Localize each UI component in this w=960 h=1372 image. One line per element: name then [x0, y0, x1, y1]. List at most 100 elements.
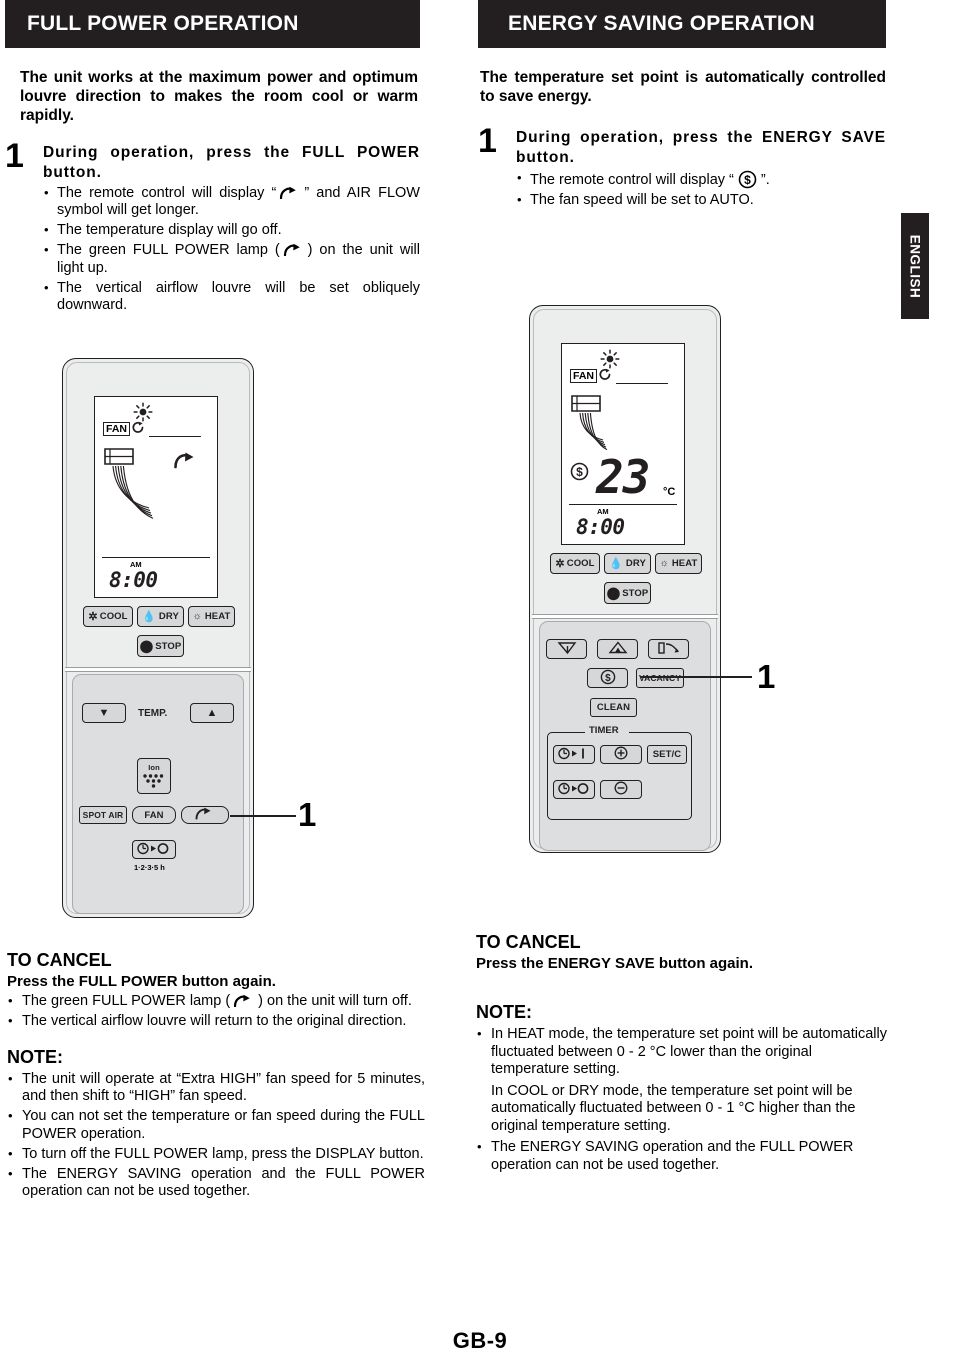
sensor-airflow-button[interactable] — [648, 639, 689, 659]
cool-button[interactable]: ✲ COOL — [550, 553, 600, 574]
louvre-swing-button[interactable] — [546, 639, 587, 659]
clean-button-label: CLEAN — [596, 702, 631, 713]
coanda-airflow-button[interactable] — [597, 639, 638, 659]
dry-button[interactable]: 💧 DRY — [604, 553, 651, 574]
cool-button-label: COOL — [566, 558, 595, 569]
dollar-icon: $ — [570, 462, 589, 486]
left-step-1: 1 During operation, press the FULL POWER… — [5, 139, 420, 315]
bullet-item: In HEAT mode, the temperature set point … — [476, 1025, 891, 1079]
temp-down-button[interactable]: ▼ — [82, 703, 126, 723]
bullet-item: The unit will operate at “Extra HIGH” fa… — [7, 1070, 425, 1106]
dry-button[interactable]: 💧 DRY — [137, 606, 184, 627]
snowflake-icon: ✲ — [88, 611, 98, 623]
coanda-airflow-icon — [607, 640, 629, 658]
set-c-button[interactable]: SET/C — [647, 745, 687, 764]
bullet-item: The temperature display will go off. — [43, 221, 420, 240]
lcd-clock: 8:00 — [109, 568, 158, 592]
fan-button[interactable]: FAN — [132, 806, 176, 824]
spot-air-button[interactable]: SPOT AIR — [79, 806, 127, 824]
droplet-icon: 💧 — [609, 558, 623, 570]
stop-button-label: STOP — [622, 587, 649, 599]
left-step-bullets: The remote control will display “” and A… — [43, 184, 420, 315]
louvre-swing-icon — [556, 641, 578, 658]
arrow-down-icon: ▼ — [98, 707, 110, 719]
sensor-airflow-icon — [657, 641, 681, 658]
heat-button-label: HEAT — [671, 558, 698, 569]
vacancy-button-label: VACANCY — [638, 673, 682, 683]
timer-minus-button[interactable] — [600, 780, 642, 799]
right-step-bullets: The remote control will display “ $ ”. The… — [516, 169, 886, 210]
full-power-icon — [283, 243, 305, 256]
stop-circle-icon: ⬤ — [139, 639, 154, 653]
lcd-screen-left: FAN AM 8:00 — [94, 396, 218, 598]
fan-button-label: FAN — [144, 809, 164, 821]
bullet-text-pre: The remote control will display “ — [57, 184, 277, 201]
step-title: During operation, press the FULL POWER b… — [43, 144, 420, 181]
timer-group-label: TIMER — [589, 725, 619, 736]
bullet-text: The temperature display will go off. — [57, 222, 282, 238]
bullet-item: The ENERGY SAVING operation and the FULL… — [476, 1138, 891, 1174]
bullet-text-post: ) on the unit will turn off. — [258, 993, 412, 1009]
lcd-divider-top — [616, 383, 668, 385]
step-number: 1 — [478, 122, 497, 160]
snowflake-icon: ✲ — [555, 558, 565, 570]
ion-button[interactable]: Ion — [137, 758, 171, 794]
bullet-text: You can not set the temperature or fan s… — [22, 1108, 425, 1142]
remote-control-left: FAN AM 8:00 ✲ COOL 💧 DRY ☼ HEAT ⬤ STOP ▼… — [62, 358, 254, 918]
clean-button[interactable]: CLEAN — [590, 698, 637, 717]
set-c-button-label: SET/C — [652, 749, 682, 760]
lcd-divider-bottom — [102, 557, 210, 559]
full-power-button[interactable] — [181, 806, 229, 824]
callout-number-right: 1 — [757, 658, 776, 695]
vacancy-button[interactable]: VACANCY — [636, 668, 684, 688]
bullet-text: The vertical airflow louvre will return … — [22, 1013, 407, 1029]
bullet-text-post: ”. — [760, 171, 770, 188]
to-cancel-subtitle: Press the FULL POWER button again. — [7, 973, 276, 990]
to-cancel-title: TO CANCEL — [7, 950, 112, 970]
language-side-tab: ENGLISH — [901, 213, 929, 319]
bullet-text-pre: The green FULL POWER lamp ( — [22, 993, 231, 1009]
sun-icon: ☼ — [192, 611, 202, 622]
lcd-temperature: 23 — [596, 450, 650, 504]
bullet-item: The green FULL POWER lamp ( ) on the unit… — [7, 992, 425, 1011]
bullet-item: The remote control will display “ $ ”. — [516, 169, 886, 190]
dry-button-label: DRY — [158, 611, 179, 622]
stop-circle-icon: ⬤ — [606, 586, 621, 600]
dollar-icon: $ — [738, 170, 757, 189]
energy-save-button[interactable]: $ — [587, 668, 628, 688]
cool-button-label: COOL — [99, 611, 128, 622]
remote-control-right: FAN $ 23 °C AM 8:00 ✲ COOL 💧 DRY ☼ HEAT … — [529, 305, 721, 853]
plus-icon — [614, 746, 628, 763]
callout-number-left: 1 — [298, 796, 317, 833]
arrow-up-icon: ▲ — [206, 707, 218, 719]
heat-button[interactable]: ☼ HEAT — [655, 553, 702, 574]
bullet-item: You can not set the temperature or fan s… — [7, 1107, 425, 1143]
timer-on-button[interactable] — [553, 745, 595, 764]
heat-button-label: HEAT — [204, 611, 231, 622]
minus-icon — [614, 781, 628, 798]
timer-plus-button[interactable] — [600, 745, 642, 764]
stop-button-label: STOP — [155, 640, 182, 652]
timer-off-button[interactable] — [132, 840, 176, 859]
stop-button[interactable]: ⬤ STOP — [137, 635, 184, 657]
right-step-1: 1 During operation, press the ENERGY SAV… — [478, 124, 886, 210]
temp-up-button[interactable]: ▲ — [190, 703, 234, 723]
to-cancel-subtitle: Press the ENERGY SAVE button again. — [476, 955, 754, 972]
stop-button[interactable]: ⬤ STOP — [604, 582, 651, 604]
bullet-text: The vertical airflow louvre will be set … — [57, 279, 420, 314]
full-power-icon — [233, 994, 255, 1007]
lcd-temp-unit: °C — [663, 486, 676, 498]
timer-off-button[interactable] — [553, 780, 595, 799]
bullet-item: The ENERGY SAVING operation and the FULL… — [7, 1165, 425, 1201]
temp-label: TEMP. — [138, 708, 168, 719]
left-intro-text: The unit works at the maximum power and … — [20, 69, 418, 124]
lcd-divider-top — [149, 436, 201, 438]
cool-button[interactable]: ✲ COOL — [83, 606, 133, 627]
heat-button[interactable]: ☼ HEAT — [188, 606, 235, 627]
bullet-item: To turn off the FULL POWER lamp, press t… — [7, 1145, 425, 1164]
auto-recycle-icon — [598, 368, 612, 387]
right-column: ENERGY SAVING OPERATION The temperature … — [478, 0, 886, 209]
step-title: During operation, press the ENERGY SAVE … — [516, 129, 886, 166]
full-power-icon — [173, 451, 199, 474]
bullet-item: The remote control will display “” and A… — [43, 184, 420, 220]
